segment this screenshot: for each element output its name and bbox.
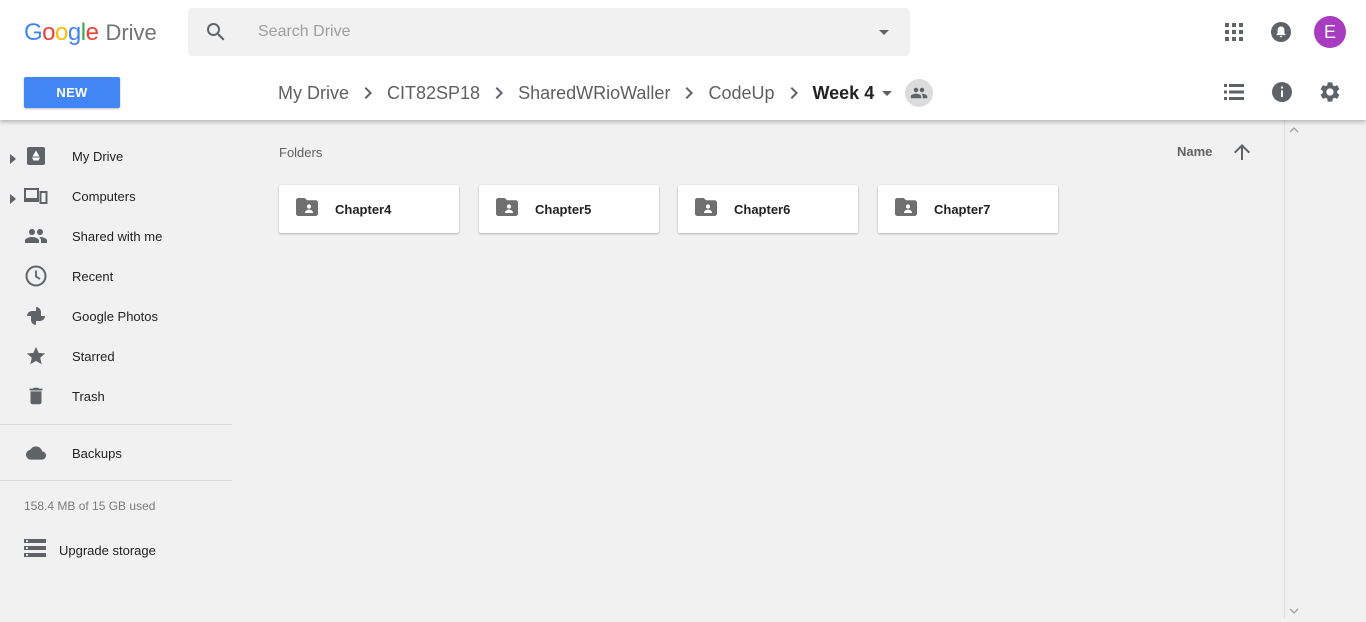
sidebar-item-backups[interactable]: Backups [0,433,232,473]
chevron-right-icon [677,81,701,105]
shared-folder-icon [695,198,719,220]
sidebar-item-label: Backups [72,445,122,461]
info-icon[interactable] [1270,80,1294,104]
search-input[interactable] [258,20,858,44]
folder-card[interactable]: Chapter7 [878,185,1058,233]
sidebar-item-recent[interactable]: Recent [0,256,232,296]
pinwheel-icon [24,304,48,328]
sidebar-item-computers[interactable]: Computers [0,176,232,216]
star-icon [24,344,48,368]
computers-icon [24,184,48,208]
sidebar-item-label: Google Photos [72,308,159,324]
folder-name: Chapter5 [535,201,592,217]
logo-letter: o [55,19,68,46]
view-tools [1198,80,1342,104]
upgrade-storage-link[interactable]: Upgrade storage [24,538,156,562]
logo-letter: G [24,19,43,46]
scroll-down-chevron-icon[interactable] [1288,604,1300,616]
people-icon [24,224,48,248]
sidebar-item-label: Computers [72,188,136,204]
breadcrumb-item-sharedwriowaller[interactable]: SharedWRioWaller [518,83,670,104]
breadcrumb-item-cit82sp18[interactable]: CIT82SP18 [387,83,480,104]
chevron-right-icon [356,81,380,105]
new-button[interactable]: NEW [24,77,120,108]
app-header: Google Drive E NEW My Drive [0,0,1366,120]
logo-letter: g [67,19,81,46]
folder-card[interactable]: Chapter5 [479,185,659,233]
breadcrumb: My Drive CIT82SP18 SharedWRioWaller Code… [278,78,934,108]
sidebar-divider [0,480,232,481]
storage-usage-text: 158.4 MB of 15 GB used [24,499,156,513]
sidebar-item-starred[interactable]: Starred [0,336,232,376]
sidebar-item-my-drive[interactable]: My Drive [0,136,232,176]
drive-icon [24,144,48,168]
trash-icon [24,384,48,408]
search-bar [188,8,910,56]
scroll-up-chevron-icon[interactable] [1288,123,1300,135]
sidebar-divider [0,424,232,425]
folder-card[interactable]: Chapter6 [678,185,858,233]
folder-menu-caret-icon[interactable] [875,81,899,105]
sidebar-item-label: Starred [72,348,115,364]
chevron-right-icon [782,81,806,105]
sidebar-item-google-photos[interactable]: Google Photos [0,296,232,336]
sidebar-item-label: My Drive [72,148,124,164]
shared-folder-icon [296,198,320,220]
expand-arrow-icon[interactable] [9,191,17,204]
clock-icon [24,264,48,288]
storage-icon [24,538,46,562]
shared-folder-icon [496,198,520,220]
sidebar-item-trash[interactable]: Trash [0,376,232,416]
shared-folder-icon [895,198,919,220]
folder-card[interactable]: Chapter4 [279,185,459,233]
chevron-right-icon [487,81,511,105]
sidebar-item-shared-with-me[interactable]: Shared with me [0,216,232,256]
settings-gear-icon[interactable] [1318,80,1342,104]
account-tools: E [1203,16,1346,48]
breadcrumb-item-my-drive[interactable]: My Drive [278,83,349,104]
folder-name: Chapter4 [335,201,392,217]
breadcrumb-current-folder[interactable]: Week 4 [813,83,875,104]
breadcrumb-item-codeup[interactable]: CodeUp [708,83,774,104]
logo-letter: o [42,19,56,46]
logo-google-word: Google [24,19,99,47]
expand-arrow-icon[interactable] [9,151,17,164]
cloud-icon [24,441,48,465]
folders-section-title: Folders [279,145,323,160]
sort-by-name-button[interactable]: Name [1177,144,1212,159]
logo-drive-word: Drive [105,20,157,45]
apps-grid-icon[interactable] [1218,16,1250,48]
notifications-bell-icon[interactable] [1265,16,1297,48]
shared-people-icon[interactable] [905,79,934,107]
upgrade-storage-label: Upgrade storage [59,542,156,558]
sidebar: My Drive Computers Shared with me Recent [0,120,232,619]
search-icon[interactable] [204,20,228,44]
folder-name: Chapter6 [734,201,791,217]
arrow-up-icon[interactable] [1230,140,1254,164]
folder-name: Chapter7 [934,201,991,217]
sidebar-item-label: Trash [72,388,105,404]
sidebar-item-label: Recent [72,268,114,284]
scrollbar[interactable] [1284,120,1302,619]
sidebar-item-label: Shared with me [72,228,163,244]
google-drive-logo[interactable]: Google Drive [24,19,157,47]
logo-letter: e [85,19,99,46]
account-avatar[interactable]: E [1314,16,1346,48]
search-options-caret-icon[interactable] [872,20,896,44]
list-view-icon[interactable] [1222,80,1246,104]
main-content: Folders Name Chapter4 Chapter5 Chapter6 … [232,120,1284,619]
